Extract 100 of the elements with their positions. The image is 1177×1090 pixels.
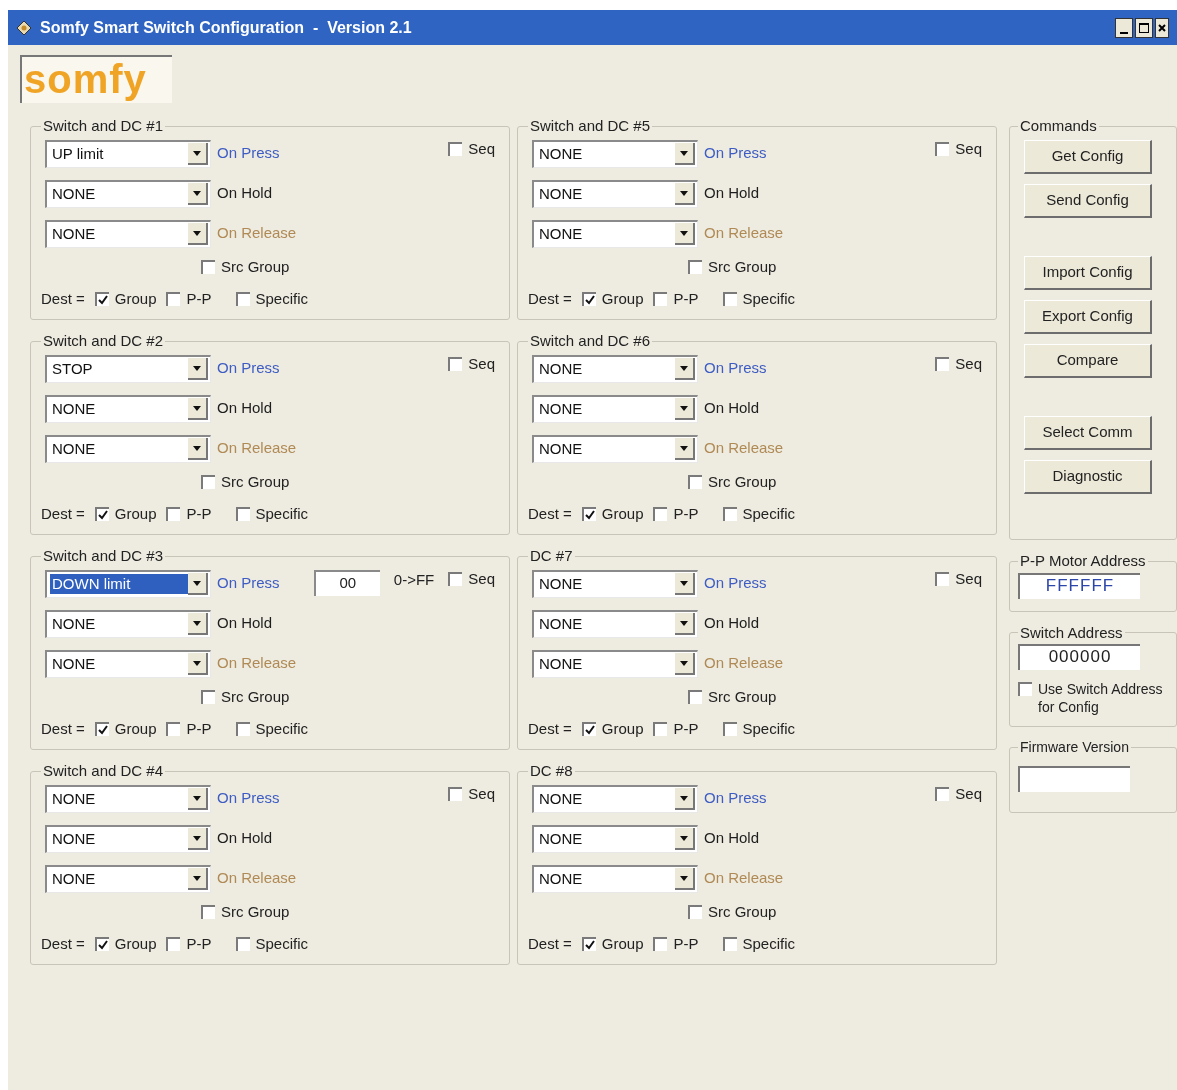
dest-checkbox[interactable]: Group — [94, 934, 157, 953]
dropdown-arrow-button[interactable] — [188, 573, 208, 595]
dropdown[interactable]: UP limit — [45, 139, 211, 168]
dest-checkbox[interactable]: Specific — [235, 719, 309, 738]
dropdown[interactable]: NONE — [45, 784, 211, 813]
dropdown-arrow-button[interactable] — [675, 223, 695, 245]
dropdown[interactable]: NONE — [532, 179, 698, 208]
dropdown[interactable]: NONE — [45, 434, 211, 463]
dropdown[interactable]: NONE — [532, 219, 698, 248]
command-button[interactable]: Select Comm — [1024, 415, 1152, 450]
dropdown-arrow-button[interactable] — [675, 143, 695, 165]
dest-checkbox[interactable]: P-P — [166, 719, 212, 738]
dropdown-arrow-button[interactable] — [188, 613, 208, 635]
dest-checkbox[interactable]: Specific — [235, 934, 309, 953]
dest-checkbox[interactable]: Group — [94, 289, 157, 308]
dest-checkbox[interactable]: P-P — [653, 934, 699, 953]
dropdown-arrow-button[interactable] — [188, 398, 208, 420]
command-button[interactable]: Get Config — [1024, 139, 1152, 174]
dest-checkbox[interactable]: Specific — [722, 934, 796, 953]
dropdown[interactable]: NONE — [532, 394, 698, 423]
seq-checkbox[interactable]: Seq — [448, 569, 495, 588]
command-button[interactable]: Export Config — [1024, 299, 1152, 334]
dest-checkbox[interactable]: Group — [581, 719, 644, 738]
src-group-checkbox[interactable]: Src Group — [688, 472, 982, 491]
dropdown[interactable]: NONE — [532, 569, 698, 598]
dropdown-arrow-button[interactable] — [675, 828, 695, 850]
seq-checkbox[interactable]: Seq — [935, 784, 982, 803]
dropdown[interactable]: NONE — [532, 649, 698, 678]
dropdown[interactable]: STOP — [45, 354, 211, 383]
seq-checkbox[interactable]: Seq — [448, 784, 495, 803]
src-group-checkbox[interactable]: Src Group — [201, 257, 495, 276]
dropdown[interactable]: DOWN limit — [45, 569, 211, 598]
dest-checkbox[interactable]: Group — [581, 934, 644, 953]
address-field[interactable]: FFFFFF — [1018, 572, 1140, 599]
dropdown-arrow-button[interactable] — [675, 573, 695, 595]
dest-checkbox[interactable]: Specific — [722, 719, 796, 738]
dropdown[interactable]: NONE — [45, 394, 211, 423]
address-field[interactable]: 000000 — [1018, 644, 1140, 670]
src-group-checkbox[interactable]: Src Group — [688, 902, 982, 921]
dest-checkbox[interactable]: P-P — [166, 934, 212, 953]
dropdown[interactable]: NONE — [532, 434, 698, 463]
src-group-checkbox[interactable]: Src Group — [201, 472, 495, 491]
close-icon[interactable] — [1155, 17, 1169, 38]
maximize-icon[interactable] — [1135, 17, 1153, 38]
dropdown-arrow-button[interactable] — [675, 398, 695, 420]
dest-checkbox[interactable]: Group — [581, 504, 644, 523]
dropdown-arrow-button[interactable] — [188, 788, 208, 810]
src-group-checkbox[interactable]: Src Group — [688, 257, 982, 276]
dropdown-arrow-button[interactable] — [675, 183, 695, 205]
dropdown-arrow-button[interactable] — [675, 358, 695, 380]
dest-checkbox[interactable]: P-P — [166, 289, 212, 308]
seq-checkbox[interactable]: Seq — [935, 139, 982, 158]
dropdown-arrow-button[interactable] — [188, 653, 208, 675]
minimize-icon[interactable] — [1115, 17, 1133, 38]
dropdown-arrow-button[interactable] — [675, 788, 695, 810]
seq-checkbox[interactable]: Seq — [935, 354, 982, 373]
dropdown[interactable]: NONE — [532, 354, 698, 383]
dropdown[interactable]: NONE — [532, 139, 698, 168]
command-button[interactable]: Import Config — [1024, 255, 1152, 290]
dest-checkbox[interactable]: Specific — [722, 289, 796, 308]
dropdown[interactable]: NONE — [45, 179, 211, 208]
firmware-field[interactable] — [1018, 766, 1130, 792]
use-switch-address-checkbox[interactable]: Use Switch Address for Config — [1018, 680, 1168, 716]
dropdown[interactable]: NONE — [45, 219, 211, 248]
dest-checkbox[interactable]: Specific — [235, 504, 309, 523]
dropdown-arrow-button[interactable] — [188, 358, 208, 380]
dropdown-arrow-button[interactable] — [675, 438, 695, 460]
dropdown[interactable]: NONE — [45, 864, 211, 893]
dest-checkbox[interactable]: Group — [581, 289, 644, 308]
dest-checkbox[interactable]: P-P — [166, 504, 212, 523]
dest-checkbox[interactable]: P-P — [653, 504, 699, 523]
dropdown[interactable]: NONE — [532, 864, 698, 893]
dropdown-arrow-button[interactable] — [188, 223, 208, 245]
command-button[interactable]: Compare — [1024, 343, 1152, 378]
dropdown[interactable]: NONE — [532, 609, 698, 638]
dest-checkbox[interactable]: Specific — [235, 289, 309, 308]
dropdown[interactable]: NONE — [45, 649, 211, 678]
dropdown-arrow-button[interactable] — [188, 868, 208, 890]
dest-checkbox[interactable]: Group — [94, 504, 157, 523]
dropdown-arrow-button[interactable] — [675, 613, 695, 635]
dropdown-arrow-button[interactable] — [188, 828, 208, 850]
seq-checkbox[interactable]: Seq — [448, 354, 495, 373]
dropdown[interactable]: NONE — [45, 824, 211, 853]
dest-checkbox[interactable]: P-P — [653, 289, 699, 308]
seq-checkbox[interactable]: Seq — [935, 569, 982, 588]
src-group-checkbox[interactable]: Src Group — [688, 687, 982, 706]
command-button[interactable]: Send Config — [1024, 183, 1152, 218]
dropdown-arrow-button[interactable] — [188, 143, 208, 165]
dropdown[interactable]: NONE — [532, 824, 698, 853]
seq-checkbox[interactable]: Seq — [448, 139, 495, 158]
dropdown-arrow-button[interactable] — [188, 438, 208, 460]
hex-field[interactable]: 00 — [313, 569, 380, 596]
dest-checkbox[interactable]: Group — [94, 719, 157, 738]
src-group-checkbox[interactable]: Src Group — [201, 902, 495, 921]
dropdown-arrow-button[interactable] — [675, 653, 695, 675]
dropdown[interactable]: NONE — [45, 609, 211, 638]
src-group-checkbox[interactable]: Src Group — [201, 687, 495, 706]
command-button[interactable]: Diagnostic — [1024, 459, 1152, 494]
dropdown-arrow-button[interactable] — [188, 183, 208, 205]
dest-checkbox[interactable]: Specific — [722, 504, 796, 523]
